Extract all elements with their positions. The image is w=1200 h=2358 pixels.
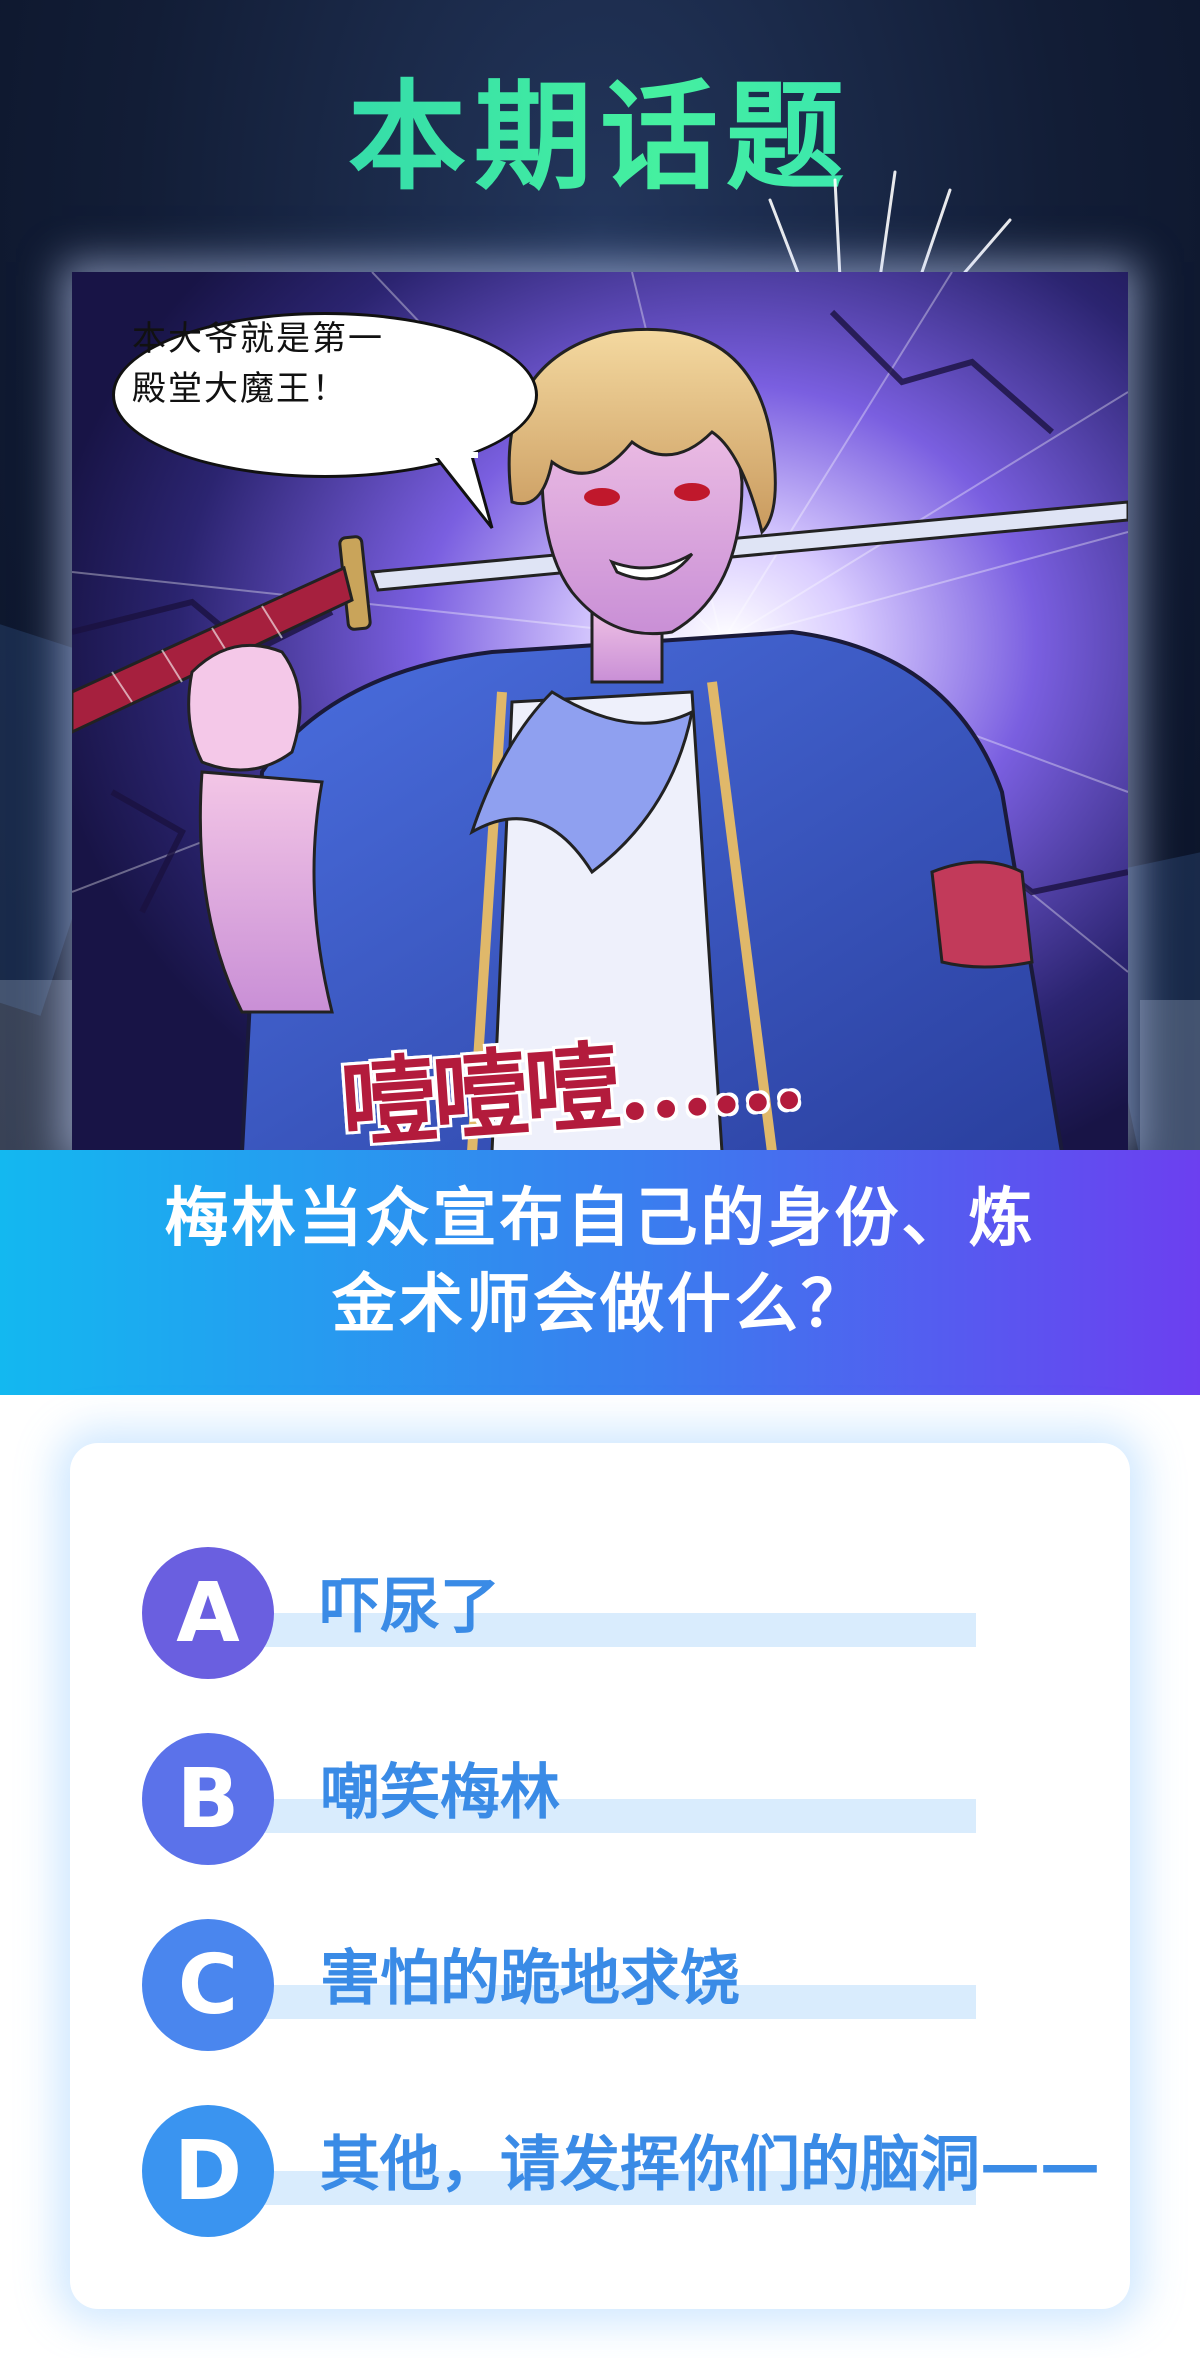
question-line-2: 金术师会做什么？ — [332, 1268, 868, 1342]
speech-bubble-text: 本大爷就是第一 殿堂大魔王！ — [132, 314, 432, 414]
options-area: A 吓尿了 B 嘲笑梅林 C 害怕的跪地求饶 D 其他，请发挥你们的脑洞—— — [0, 1395, 1200, 2358]
option-letter-badge: D — [142, 2105, 274, 2237]
option-text: 害怕的跪地求饶 — [320, 1944, 740, 2014]
speech-bubble-tail — [432, 452, 494, 529]
option-text: 其他，请发挥你们的脑洞—— — [320, 2130, 1100, 2200]
option-c[interactable]: C 害怕的跪地求饶 — [70, 1887, 1130, 2051]
option-a[interactable]: A 吓尿了 — [70, 1515, 1130, 1679]
option-letter-badge: C — [142, 1919, 274, 2051]
speech-line-2: 殿堂大魔王！ — [132, 369, 348, 409]
option-d[interactable]: D 其他，请发挥你们的脑洞—— — [70, 2073, 1130, 2237]
question-line-1: 梅林当众宣布自己的身份、炼 — [164, 1182, 1036, 1256]
option-b[interactable]: B 嘲笑梅林 — [70, 1701, 1130, 1865]
question-text: 梅林当众宣布自己的身份、炼 金术师会做什么？ — [60, 1176, 1140, 1348]
manga-panel: 本大爷就是第一 殿堂大魔王！ 噎噎噎…… — [72, 272, 1128, 1152]
option-letter-badge: A — [142, 1547, 274, 1679]
options-card: A 吓尿了 B 嘲笑梅林 C 害怕的跪地求饶 D 其他，请发挥你们的脑洞—— — [70, 1443, 1130, 2309]
option-text: 吓尿了 — [320, 1572, 500, 1642]
option-text: 嘲笑梅林 — [320, 1758, 560, 1828]
option-letter-badge: B — [142, 1733, 274, 1865]
spark-burst-decoration — [768, 170, 1012, 280]
speech-line-1: 本大爷就是第一 — [132, 319, 384, 359]
question-banner: 梅林当众宣布自己的身份、炼 金术师会做什么？ — [0, 1150, 1200, 1395]
